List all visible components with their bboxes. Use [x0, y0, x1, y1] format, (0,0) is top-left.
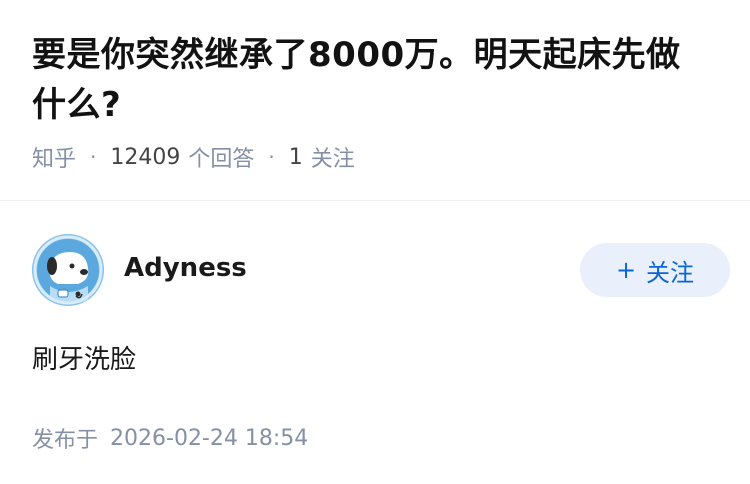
- question-meta: 知乎 · 12409 个回答 · 1 关注: [32, 140, 718, 174]
- answer-count-label: 个回答: [188, 147, 255, 172]
- question-header: 要是你突然继承了8000万。明天起床先做什么? 知乎 · 12409 个回答 ·…: [0, 0, 750, 174]
- meta-separator: ·: [90, 145, 97, 169]
- answer-card: Adyness + 关注 刷牙洗脸 发布于 2026-02-24 18:54: [32, 234, 730, 454]
- plus-icon: +: [615, 256, 637, 284]
- author-name[interactable]: Adyness: [124, 253, 580, 283]
- follow-count-label: 关注: [310, 147, 355, 172]
- author-row: Adyness + 关注: [32, 234, 730, 306]
- answer-page: 要是你突然继承了8000万。明天起床先做什么? 知乎 · 12409 个回答 ·…: [0, 0, 750, 484]
- avatar[interactable]: [32, 234, 104, 306]
- follow-button-label: 关注: [646, 258, 695, 287]
- answer-content: 刷牙洗脸: [32, 345, 137, 375]
- answer-count: 12409: [110, 144, 181, 170]
- publish-label: 发布于: [32, 428, 99, 453]
- meta-separator: ·: [268, 145, 275, 169]
- publish-time: 2026-02-24 18:54: [110, 425, 309, 451]
- publish-info: 发布于 2026-02-24 18:54: [32, 422, 718, 454]
- astronaut-dog-icon: [32, 234, 104, 306]
- follow-count: 1: [288, 144, 303, 170]
- source-label[interactable]: 知乎: [32, 141, 76, 173]
- question-title[interactable]: 要是你突然继承了8000万。明天起床先做什么?: [32, 30, 712, 130]
- follow-button[interactable]: + 关注: [580, 243, 730, 297]
- divider: [0, 200, 750, 201]
